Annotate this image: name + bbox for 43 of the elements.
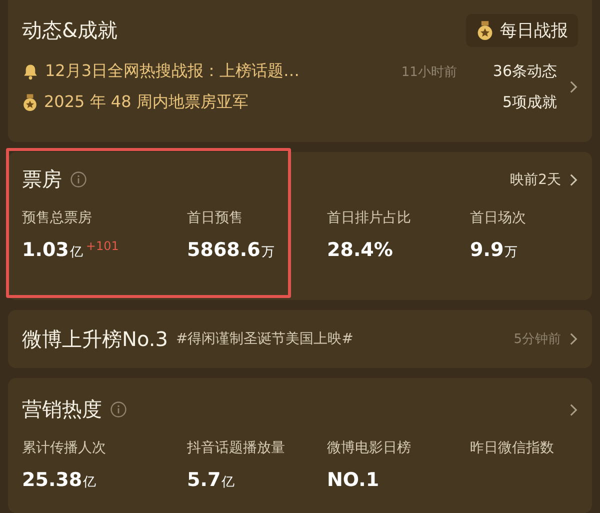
delta-text: +101 [86,239,119,253]
metric-value: 1.03 [22,239,69,261]
unit-text: 万 [261,244,274,261]
info-icon[interactable] [110,401,127,418]
card-title: 动态&成就 [22,17,118,44]
metric-value: 5.7 [187,469,221,491]
metric-label: 累计传播人次 [22,439,107,457]
count-text: 5项成就 [502,93,557,112]
metric-label: 预售总票房 [22,209,93,227]
metric-label: 首日场次 [470,209,527,227]
card-title: 票房 [22,166,62,193]
metric-label: 抖音话题播放量 [187,439,286,457]
unit-text: 亿 [70,244,83,261]
daily-report-button[interactable]: 每日战报 [466,14,578,47]
metric-value: 5868.6 [187,239,260,261]
chevron-right-icon[interactable] [569,402,578,416]
medal-icon [476,20,494,40]
unit-text: 万 [504,244,518,261]
card-title: 营销热度 [22,396,102,423]
chevron-right-icon[interactable] [569,80,578,94]
metric-label: 昨日微信指数 [470,439,555,457]
unit-text: 亿 [83,474,96,491]
metric-value: NO.1 [327,469,380,491]
card-title: 微博上升榜No.3 [22,326,168,352]
count-text: 36条动态 [492,62,557,81]
medal-icon [22,94,38,112]
bell-icon [22,63,39,80]
news-text: 12月3日全网热搜战报：上榜话题… [45,61,300,82]
metric-value: 28.4% [327,239,393,261]
metric-value: 9.9 [470,239,504,261]
metric-label: 微博电影日榜 [327,439,412,457]
metric-value: 25.38 [22,469,82,491]
days-before-link[interactable]: 映前2天 [510,170,561,188]
metric-label: 首日排片占比 [327,209,412,227]
unit-text: 亿 [222,474,235,491]
chevron-right-icon[interactable] [569,172,578,186]
chevron-right-icon[interactable] [569,332,578,346]
info-icon[interactable] [70,171,87,188]
metric-label: 首日预售 [187,209,244,227]
time-text: 5分钟前 [514,331,561,348]
topic-tag[interactable]: #得闲谨制圣诞节美国上映# [176,330,354,348]
time-text: 11小时前 [401,64,457,80]
news-text: 2025 年 48 周内地票房亚军 [44,92,248,113]
